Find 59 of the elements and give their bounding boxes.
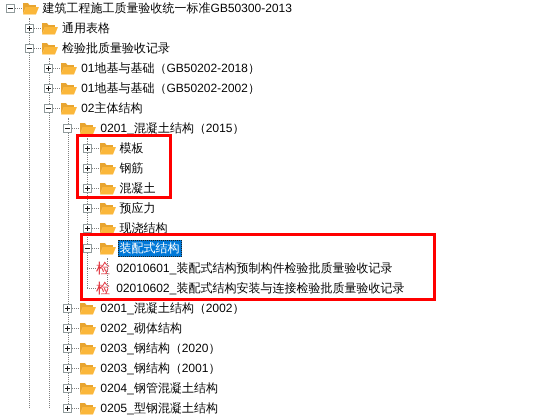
tree-item-label[interactable]: 0201_混凝土结构（2015）	[98, 120, 246, 136]
tree-item-label[interactable]: 02010602_装配式结构安装与连接检验批质量验收记录	[115, 280, 406, 296]
tree-item-label[interactable]: 混凝土	[118, 180, 158, 196]
folder-icon	[79, 361, 96, 375]
collapse-toggle[interactable]	[63, 124, 72, 132]
folder-icon	[98, 221, 116, 235]
folder-icon	[98, 241, 116, 255]
expand-toggle[interactable]	[63, 384, 72, 392]
folder-icon	[79, 381, 96, 395]
tree-item-label[interactable]: 钢筋	[118, 160, 146, 176]
folder-icon	[98, 181, 116, 195]
tree-item-label[interactable]: 0201_混凝土结构（2002）	[98, 300, 246, 316]
expand-toggle[interactable]	[63, 364, 72, 372]
tree-item-label[interactable]: 0203_钢结构（2001）	[98, 360, 222, 376]
folder-icon	[98, 141, 116, 155]
expand-toggle[interactable]	[82, 184, 92, 192]
folder-icon	[40, 41, 58, 55]
folder-icon	[79, 341, 96, 355]
folder-icon	[98, 161, 116, 175]
expand-toggle[interactable]	[82, 164, 92, 172]
tree-item-label[interactable]: 检验批质量验收记录	[60, 40, 172, 56]
folder-icon	[98, 201, 116, 215]
folder-icon	[60, 81, 78, 95]
tree-item-label[interactable]: 02010601_装配式结构预制构件检验批质量验收记录	[115, 260, 394, 276]
tree-item-label[interactable]: 模板	[118, 140, 146, 156]
expand-toggle[interactable]	[63, 404, 72, 412]
folder-icon	[40, 21, 58, 35]
folder-icon	[79, 121, 96, 135]
expand-toggle[interactable]	[82, 144, 92, 152]
folder-icon	[79, 401, 96, 415]
folder-icon	[60, 61, 78, 75]
folder-icon	[22, 1, 38, 15]
collapse-toggle[interactable]	[44, 104, 54, 112]
tree-item-label[interactable]: 建筑工程施工质量验收统一标准GB50300-2013	[40, 0, 294, 16]
expand-toggle[interactable]	[44, 84, 54, 92]
folder-icon	[79, 301, 96, 315]
expand-toggle[interactable]	[63, 324, 72, 332]
expand-toggle[interactable]	[44, 64, 54, 72]
form-icon: 检	[96, 280, 112, 296]
tree-item-label[interactable]: 0202_砌体结构	[98, 320, 184, 336]
expand-toggle[interactable]	[82, 224, 92, 232]
expand-toggle[interactable]	[63, 304, 72, 312]
collapse-toggle[interactable]	[24, 44, 34, 52]
tree-item-label[interactable]: 01地基与基础（GB50202-2002）	[79, 80, 262, 96]
tree-item-label[interactable]: 0205_型钢混凝土结构	[98, 400, 220, 416]
folder-icon	[79, 321, 96, 335]
folder-icon	[60, 101, 78, 115]
tree-item-label[interactable]: 0203_钢结构（2020）	[98, 340, 222, 356]
tree-item-label[interactable]: 通用表格	[60, 20, 112, 36]
tree-item-label[interactable]: 0204_钢管混凝土结构	[98, 380, 220, 396]
tree-item-label[interactable]: 现浇结构	[118, 220, 170, 236]
expand-toggle[interactable]	[24, 24, 34, 32]
tree-item-label[interactable]: 02主体结构	[79, 100, 144, 116]
expand-toggle[interactable]	[63, 344, 72, 352]
collapse-toggle[interactable]	[6, 4, 14, 12]
tree-item-label[interactable]: 01地基与基础（GB50202-2018）	[79, 60, 262, 76]
tree-item-label[interactable]: 装配式结构	[118, 240, 182, 256]
expand-toggle[interactable]	[82, 204, 92, 212]
tree-item-label[interactable]: 预应力	[118, 200, 158, 216]
